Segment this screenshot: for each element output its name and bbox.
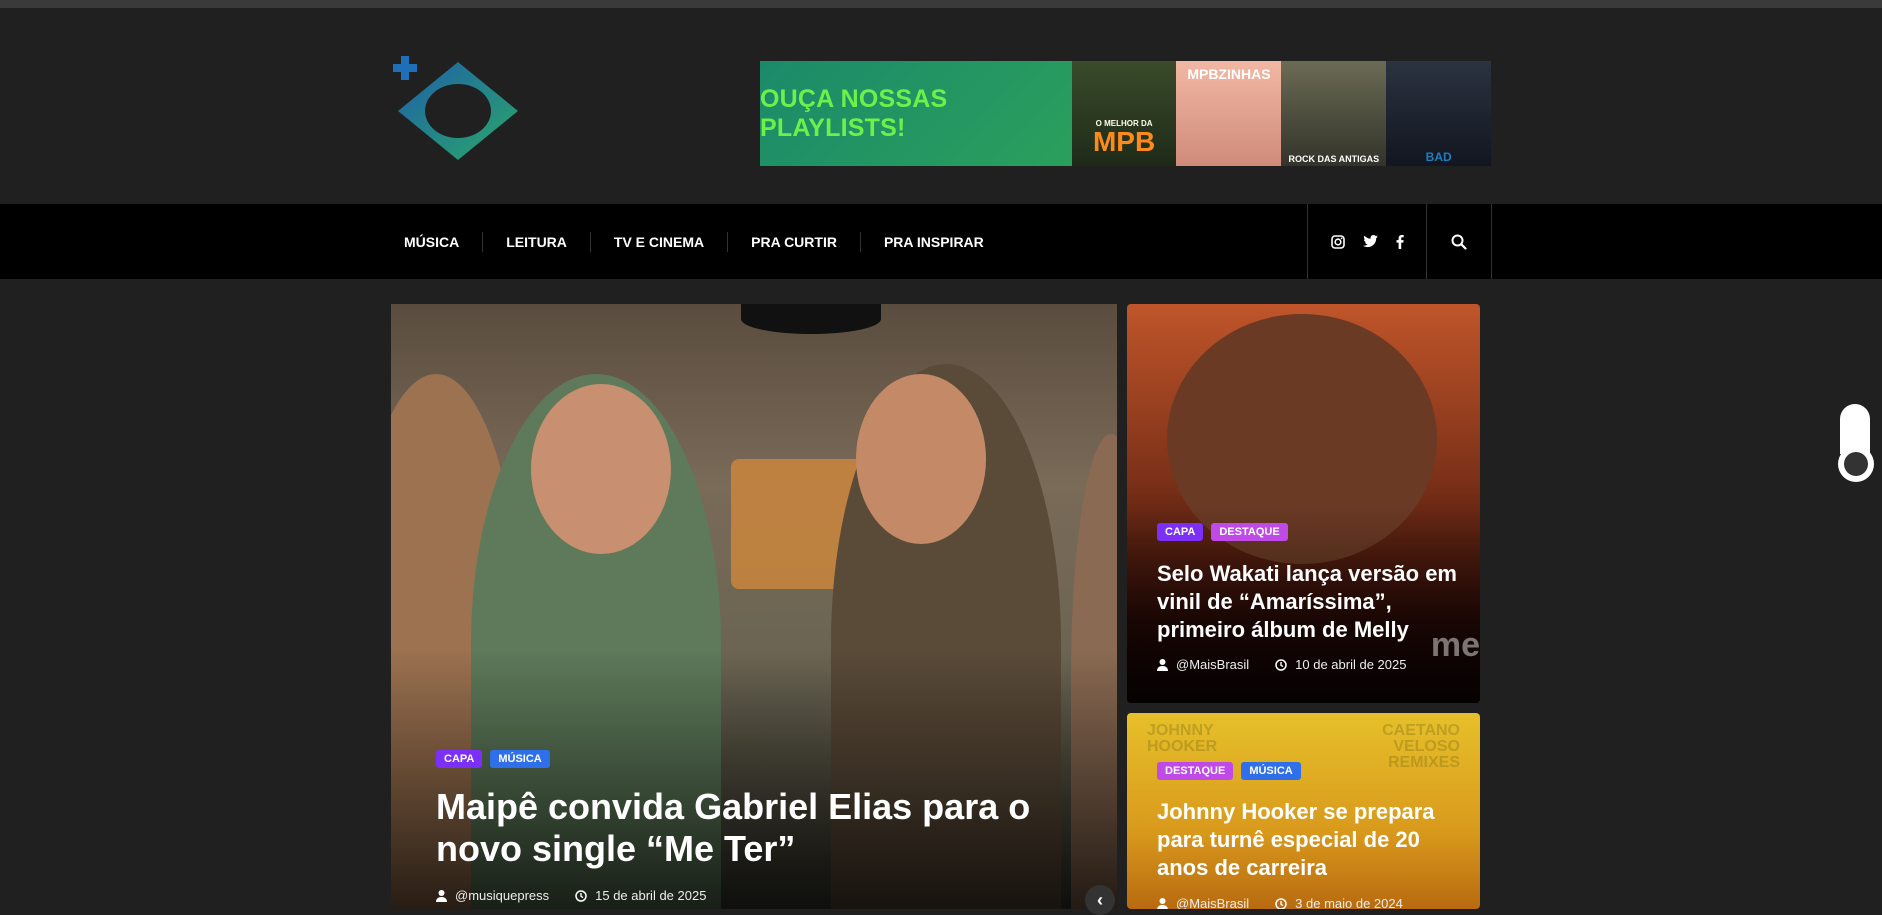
playlist-label: BAD: [1425, 150, 1452, 164]
card-date: 3 de maio de 2024: [1275, 896, 1403, 909]
card-author-name: @MaisBrasil: [1176, 896, 1250, 909]
nav-menu: MÚSICA LEITURA TV E CINEMA PRA CURTIR PR…: [392, 204, 1007, 279]
nav-item-pra-curtir[interactable]: PRA CURTIR: [727, 231, 860, 252]
user-icon: [1157, 658, 1168, 671]
site-logo[interactable]: [393, 54, 523, 164]
card-title[interactable]: Johnny Hooker se prepara para turnê espe…: [1157, 798, 1467, 882]
hero-tags: CAPA MÚSICA: [436, 750, 550, 768]
tag-capa[interactable]: CAPA: [1157, 523, 1204, 541]
card-author[interactable]: @MaisBrasil: [1157, 896, 1249, 909]
instagram-icon[interactable]: [1331, 234, 1345, 249]
card-meta: @MaisBrasil 3 de maio de 2024: [1157, 896, 1403, 909]
card-meta: @MaisBrasil 10 de abril de 2025: [1157, 657, 1406, 672]
card-bg-text: JOHNNY HOOKER: [1147, 722, 1218, 755]
banner-headline-text: OUÇA NOSSAS PLAYLISTS!: [760, 84, 948, 142]
playlist-mpbzinhas[interactable]: MPBZINHAS: [1176, 61, 1282, 166]
hero-meta: @musiquepress 15 de abril de 2025: [436, 888, 706, 903]
card-tags: CAPA DESTAQUE: [1157, 523, 1288, 541]
hero-author[interactable]: @musiquepress: [436, 888, 549, 903]
banner-headline: OUÇA NOSSAS PLAYLISTS!: [760, 61, 1072, 166]
card-author-name: @MaisBrasil: [1176, 657, 1250, 672]
hero-image-lamp: [741, 304, 881, 334]
nav-item-tv-e-cinema[interactable]: TV E CINEMA: [589, 231, 727, 252]
user-icon: [1157, 897, 1168, 909]
playlist-bad[interactable]: BAD: [1386, 61, 1491, 166]
side-post-card[interactable]: JOHNNY HOOKER CAETANO VELOSO REMIXES DES…: [1127, 713, 1480, 909]
search-button[interactable]: [1426, 204, 1492, 279]
site-header: OUÇA NOSSAS PLAYLISTS! O MELHOR DA MPB M…: [0, 8, 1882, 204]
user-icon: [436, 889, 447, 902]
hero-date-text: 15 de abril de 2025: [595, 888, 707, 903]
hero-post[interactable]: CAPA MÚSICA Maipê convida Gabriel Elias …: [391, 304, 1117, 909]
clock-icon: [1275, 897, 1287, 909]
playlist-rock-das-antigas[interactable]: ROCK DAS ANTIGAS: [1281, 61, 1387, 166]
side-post-card[interactable]: me CAPA DESTAQUE Selo Wakati lança versã…: [1127, 304, 1480, 703]
hero-image-face: [856, 374, 986, 544]
slider-prev-button[interactable]: ‹: [1085, 885, 1115, 915]
facebook-icon[interactable]: [1396, 234, 1404, 249]
card-date: 10 de abril de 2025: [1275, 657, 1406, 672]
tag-destaque[interactable]: DESTAQUE: [1211, 523, 1288, 541]
playlists-banner[interactable]: OUÇA NOSSAS PLAYLISTS! O MELHOR DA MPB M…: [760, 61, 1491, 166]
tag-musica[interactable]: MÚSICA: [490, 750, 550, 768]
hero-shade: [391, 649, 1117, 909]
hero-image-face: [531, 384, 671, 554]
card-title[interactable]: Selo Wakati lança versão em vinil de “Am…: [1157, 560, 1467, 644]
floating-widget[interactable]: [1838, 404, 1874, 486]
hero-title[interactable]: Maipê convida Gabriel Elias para o novo …: [436, 786, 1086, 870]
nav-item-musica[interactable]: MÚSICA: [392, 232, 482, 252]
card-date-text: 3 de maio de 2024: [1295, 896, 1403, 909]
main-nav: MÚSICA LEITURA TV E CINEMA PRA CURTIR PR…: [0, 204, 1882, 279]
logo-icon: [393, 56, 518, 160]
social-links: [1307, 204, 1427, 279]
playlist-mpb[interactable]: O MELHOR DA MPB: [1071, 61, 1177, 166]
clock-icon: [575, 889, 587, 902]
card-author[interactable]: @MaisBrasil: [1157, 657, 1249, 672]
widget-button-icon: [1838, 446, 1874, 482]
twitter-icon[interactable]: [1363, 235, 1378, 248]
playlist-label: MPB: [1092, 126, 1156, 157]
playlist-label: MPBZINHAS: [1187, 66, 1271, 82]
card-bg-text: CAETANO VELOSO REMIXES: [1382, 722, 1460, 771]
tag-destaque[interactable]: DESTAQUE: [1157, 762, 1234, 780]
card-date-text: 10 de abril de 2025: [1295, 657, 1407, 672]
chevron-left-icon: ‹: [1097, 889, 1103, 910]
playlist-label: ROCK DAS ANTIGAS: [1288, 154, 1380, 164]
tag-musica[interactable]: MÚSICA: [1241, 762, 1301, 780]
nav-item-pra-inspirar[interactable]: PRA INSPIRAR: [859, 231, 1007, 252]
clock-icon: [1275, 658, 1287, 671]
top-strip: [0, 0, 1882, 8]
tag-capa[interactable]: CAPA: [436, 750, 483, 768]
hero-author-name: @musiquepress: [455, 888, 550, 903]
hero-date: 15 de abril de 2025: [575, 888, 706, 903]
search-icon: [1451, 234, 1467, 250]
card-tags: DESTAQUE MÚSICA: [1157, 762, 1301, 780]
nav-item-leitura[interactable]: LEITURA: [482, 231, 590, 252]
